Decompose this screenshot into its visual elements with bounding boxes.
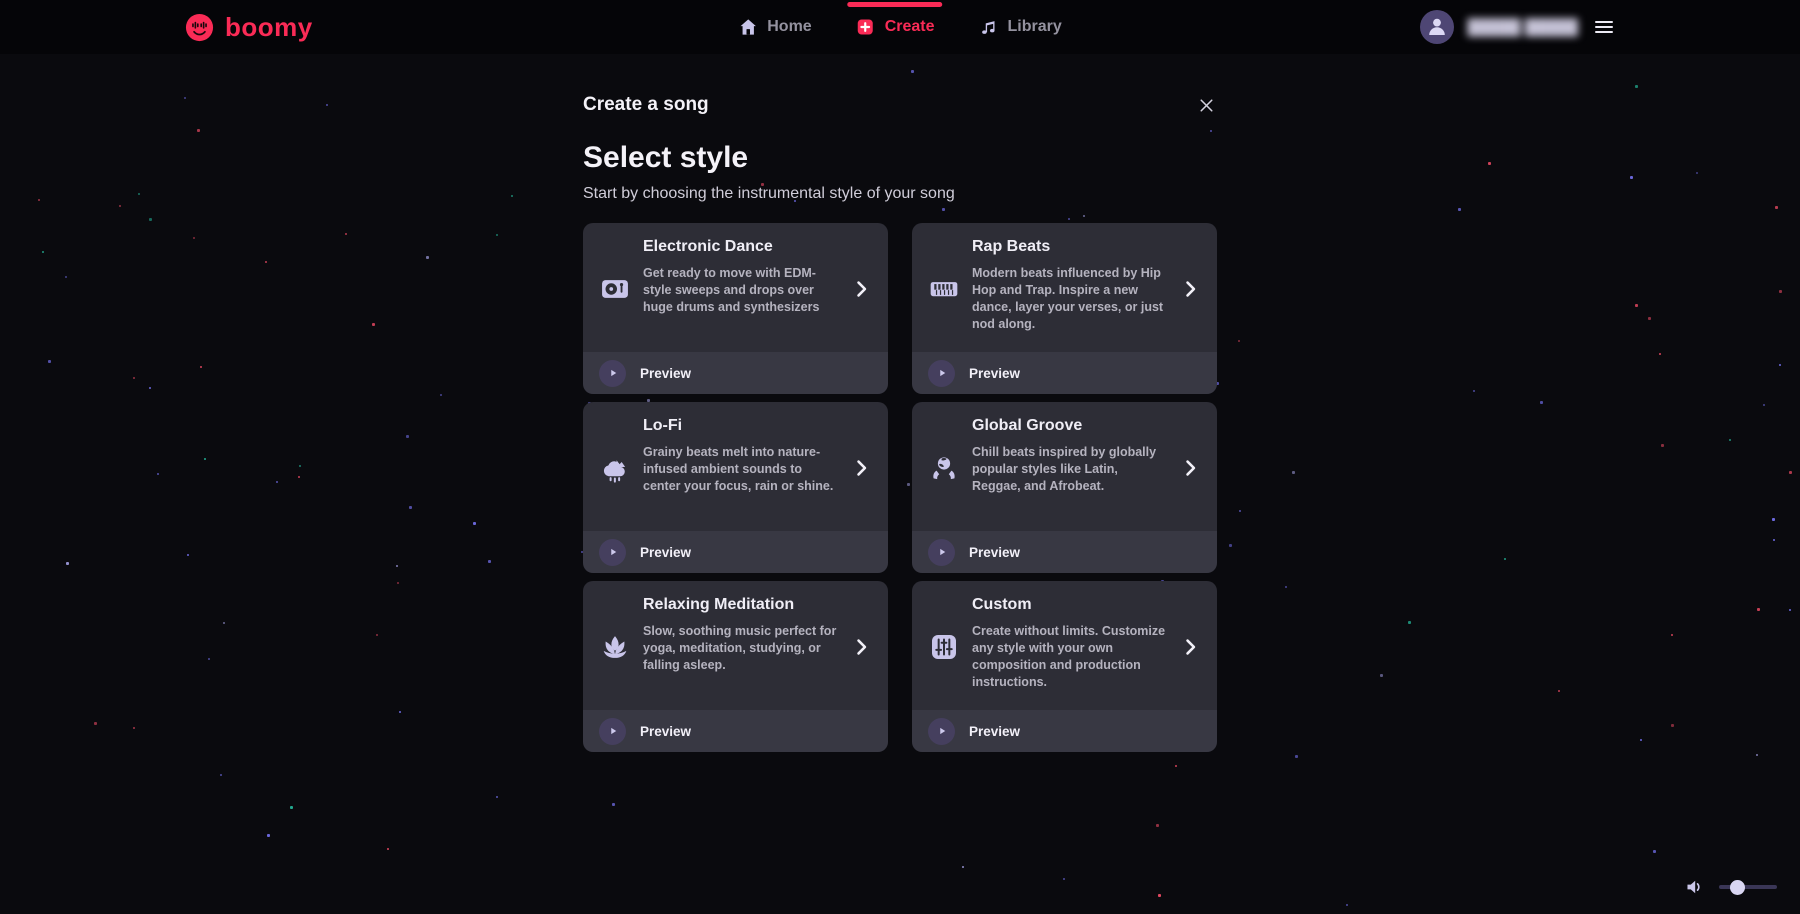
nav-tab-label: Home <box>767 18 811 36</box>
style-card-title: Custom <box>972 594 1167 616</box>
user-menu[interactable]: █████ █████ <box>1420 10 1578 44</box>
style-card-custom[interactable]: Custom Create without limits. Customize … <box>912 581 1217 752</box>
style-card-relaxing-meditation[interactable]: Relaxing Meditation Slow, soothing music… <box>583 581 888 752</box>
turntable-icon <box>599 273 631 305</box>
nav-tab-library[interactable]: Library <box>979 0 1062 54</box>
select-style-heading: Select style <box>583 141 1217 175</box>
preview-button[interactable]: Preview <box>912 710 1217 752</box>
style-card-description: Chill beats inspired by globally popular… <box>972 444 1167 495</box>
style-card-description: Grainy beats melt into nature-infused am… <box>643 444 838 495</box>
style-card-body[interactable]: Custom Create without limits. Customize … <box>912 581 1217 710</box>
style-card-title: Electronic Dance <box>643 236 838 258</box>
chevron-right-icon <box>1179 636 1201 658</box>
style-card-rap-beats[interactable]: Rap Beats Modern beats influenced by Hip… <box>912 223 1217 394</box>
nav-tab-home[interactable]: Home <box>738 0 811 54</box>
style-card-description: Get ready to move with EDM-style sweeps … <box>643 265 838 316</box>
preview-button[interactable]: Preview <box>583 531 888 573</box>
preview-button[interactable]: Preview <box>583 710 888 752</box>
style-card-title: Lo-Fi <box>643 415 838 437</box>
preview-button[interactable]: Preview <box>912 352 1217 394</box>
play-icon <box>928 539 955 566</box>
volume-slider-track <box>1719 885 1777 889</box>
piano-keys-icon <box>928 273 960 305</box>
home-icon <box>738 17 758 37</box>
volume-slider[interactable] <box>1719 879 1777 895</box>
nav-tabs: Home Create Library <box>738 0 1062 54</box>
style-card-lo-fi[interactable]: Lo-Fi Grainy beats melt into nature-infu… <box>583 402 888 573</box>
brand[interactable]: boomy <box>184 12 313 43</box>
preview-button[interactable]: Preview <box>912 531 1217 573</box>
active-tab-indicator <box>848 2 943 7</box>
plus-icon <box>856 17 876 37</box>
style-card-description: Slow, soothing music perfect for yoga, m… <box>643 623 838 674</box>
nav-right: █████ █████ <box>1420 10 1616 44</box>
style-card-description: Create without limits. Customize any sty… <box>972 623 1167 691</box>
modal-header: Create a song <box>583 94 1217 116</box>
close-icon[interactable] <box>1196 95 1217 116</box>
create-song-modal: Create a song Select style Start by choo… <box>583 94 1217 752</box>
cloud-rain-icon <box>599 452 631 484</box>
select-style-subheading: Start by choosing the instrumental style… <box>583 185 1217 203</box>
menu-icon[interactable] <box>1592 15 1616 39</box>
nav-tab-label: Create <box>885 18 935 36</box>
volume-control <box>1684 876 1777 898</box>
sliders-icon <box>928 631 960 663</box>
play-icon <box>599 539 626 566</box>
style-card-global-groove[interactable]: Global Groove Chill beats inspired by gl… <box>912 402 1217 573</box>
preview-button[interactable]: Preview <box>583 352 888 394</box>
nav-tab-create[interactable]: Create <box>856 0 935 54</box>
style-card-title: Rap Beats <box>972 236 1167 258</box>
chevron-right-icon <box>1179 457 1201 479</box>
top-nav: boomy Home Create Library █████ █████ <box>0 0 1800 54</box>
style-card-body[interactable]: Global Groove Chill beats inspired by gl… <box>912 402 1217 531</box>
style-card-electronic-dance[interactable]: Electronic Dance Get ready to move with … <box>583 223 888 394</box>
globe-hands-icon <box>928 452 960 484</box>
style-card-body[interactable]: Electronic Dance Get ready to move with … <box>583 223 888 352</box>
chevron-right-icon <box>1179 278 1201 300</box>
person-icon <box>1425 11 1449 43</box>
style-card-body[interactable]: Rap Beats Modern beats influenced by Hip… <box>912 223 1217 352</box>
modal-title: Create a song <box>583 94 709 116</box>
style-card-title: Global Groove <box>972 415 1167 437</box>
play-icon <box>928 360 955 387</box>
style-card-title: Relaxing Meditation <box>643 594 838 616</box>
volume-slider-thumb[interactable] <box>1730 880 1745 895</box>
play-icon <box>928 718 955 745</box>
username: █████ █████ <box>1468 19 1578 36</box>
style-cards-grid: Electronic Dance Get ready to move with … <box>583 223 1217 752</box>
chevron-right-icon <box>850 457 872 479</box>
play-icon <box>599 718 626 745</box>
chevron-right-icon <box>850 636 872 658</box>
avatar <box>1420 10 1454 44</box>
lotus-icon <box>599 631 631 663</box>
style-card-body[interactable]: Relaxing Meditation Slow, soothing music… <box>583 581 888 710</box>
speaker-icon[interactable] <box>1684 876 1706 898</box>
brand-name: boomy <box>225 12 313 43</box>
music-note-icon <box>979 17 999 37</box>
nav-tab-label: Library <box>1008 18 1062 36</box>
play-icon <box>599 360 626 387</box>
style-card-description: Modern beats influenced by Hip Hop and T… <box>972 265 1167 333</box>
boomy-logo-icon <box>184 12 215 43</box>
chevron-right-icon <box>850 278 872 300</box>
style-card-body[interactable]: Lo-Fi Grainy beats melt into nature-infu… <box>583 402 888 531</box>
